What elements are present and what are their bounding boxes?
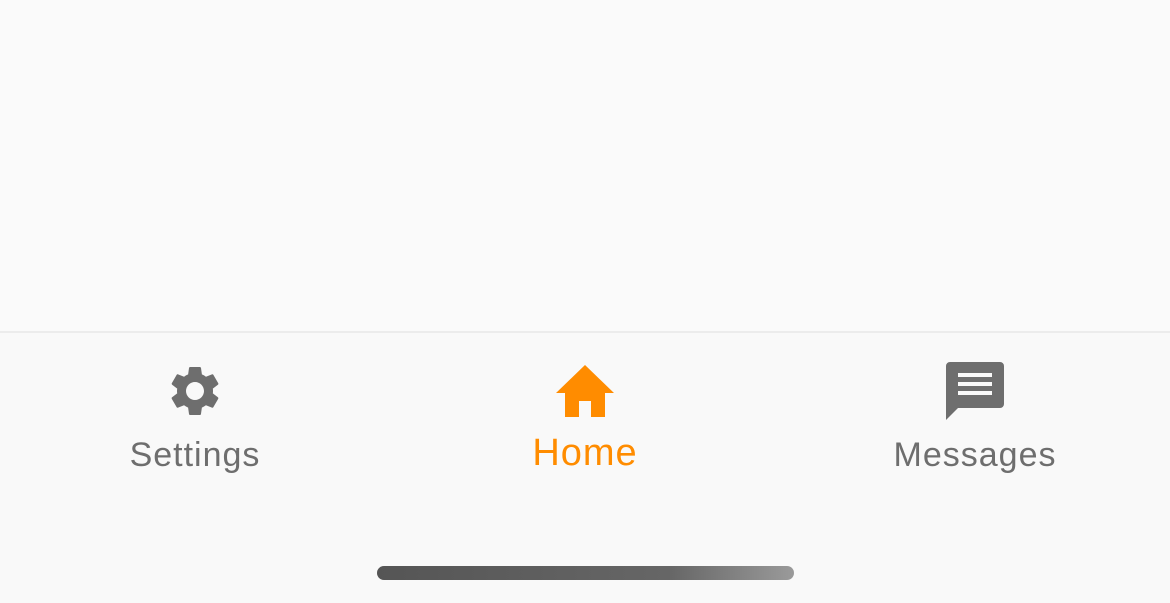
- message-icon: [943, 359, 1007, 423]
- tab-home-label: Home: [532, 432, 638, 474]
- tab-settings[interactable]: Settings: [0, 359, 390, 489]
- bottom-tab-bar: Settings Home Messages: [0, 331, 1170, 603]
- content-area: [0, 0, 1170, 331]
- tab-home[interactable]: Home: [390, 359, 780, 489]
- home-indicator[interactable]: [377, 566, 794, 580]
- tab-settings-label: Settings: [129, 436, 261, 474]
- gear-icon: [163, 359, 227, 423]
- tab-messages[interactable]: Messages: [780, 359, 1170, 489]
- tab-messages-label: Messages: [893, 436, 1057, 474]
- home-icon: [553, 359, 617, 423]
